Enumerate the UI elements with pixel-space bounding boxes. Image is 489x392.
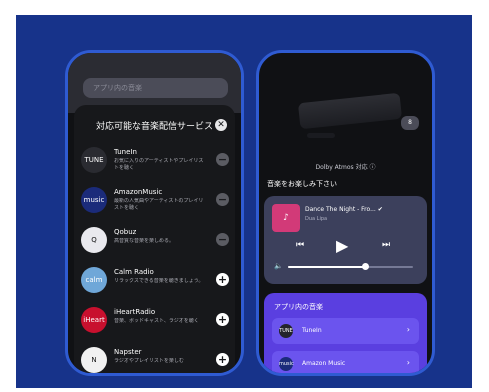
tunein-icon: TUNE [279, 324, 293, 338]
app-row-label: TuneIn [302, 327, 322, 334]
track-title: Dance The Night - Fro... ✔ [305, 206, 383, 213]
album-art[interactable]: ♪ [272, 204, 300, 232]
remove-service-button[interactable]: − [216, 153, 229, 166]
in-app-music-title: アプリ内の音楽 [274, 303, 323, 311]
next-track-icon[interactable]: ⏭ [382, 240, 390, 250]
dolby-text: Dolby Atmos 対応 [315, 164, 368, 171]
soundbar-image [297, 92, 403, 130]
info-icon[interactable]: ⓘ [370, 164, 376, 171]
add-service-button[interactable]: + [216, 353, 229, 366]
dolby-atmos-label: Dolby Atmos 対応 ⓘ [259, 162, 432, 171]
sheet-title: 対応可能な音楽配信サービス [95, 122, 213, 132]
service-row-calmradio: calm Calm Radio リラックスできる音楽を聴きましょう。 + [81, 267, 231, 293]
qobuz-icon: Q [81, 227, 107, 253]
stage-background: アプリ内の音楽 対応可能な音楽配信サービス ✕ TUNE TuneIn お気に入… [16, 15, 472, 388]
service-name: Calm Radio [114, 268, 154, 276]
services-sheet: 対応可能な音楽配信サービス ✕ TUNE TuneIn お気に入りのアーティスト… [74, 105, 235, 373]
service-description: 高音質な音楽を楽しめる。 [114, 238, 175, 244]
service-row-qobuz: Q Qobuz 高音質な音楽を楽しめる。 − [81, 227, 231, 253]
service-description: ラジオやプレイリストを楽しむ [114, 358, 184, 364]
tunein-icon: TUNE [81, 147, 107, 173]
device-badge[interactable]: 8 [401, 116, 419, 130]
soundbar-base [307, 133, 335, 138]
check-icon: ✔ [377, 206, 383, 213]
app-row-tunein[interactable]: TUNE TuneIn › [272, 318, 419, 344]
service-row-napster: N Napster ラジオやプレイリストを楽しむ + [81, 347, 231, 373]
service-name: AmazonMusic [114, 188, 163, 196]
service-name: Napster [114, 348, 142, 356]
track-artist: Dua Lipa [305, 216, 328, 222]
now-playing-card: ♪ Dance The Night - Fro... ✔ Dua Lipa ⏮ … [264, 196, 427, 284]
service-row-amazonmusic: music AmazonMusic 最新の人気曲やアーティストのプレイリストを聴… [81, 187, 231, 213]
chevron-right-icon: › [406, 325, 410, 334]
service-name: iHeartRadio [114, 308, 156, 316]
phone-left: アプリ内の音楽 対応可能な音楽配信サービス ✕ TUNE TuneIn お気に入… [65, 50, 244, 376]
amazon-music-icon: music [81, 187, 107, 213]
service-name: Qobuz [114, 228, 137, 236]
volume-slider-knob[interactable] [362, 263, 369, 270]
close-icon[interactable]: ✕ [215, 119, 227, 131]
volume-slider-fill [288, 266, 366, 268]
napster-icon: N [81, 347, 107, 373]
chevron-right-icon: › [406, 358, 410, 367]
volume-icon: 🔈 [274, 262, 283, 270]
service-description: 最新の人気曲やアーティストのプレイリストを聴く [114, 198, 204, 211]
backdrop-label: アプリ内の音楽 [93, 84, 142, 92]
in-app-music-panel: アプリ内の音楽 TUNE TuneIn › music Amazon Music… [264, 293, 427, 373]
app-row-amazon-music[interactable]: music Amazon Music › [272, 351, 419, 373]
add-service-button[interactable]: + [216, 273, 229, 286]
remove-service-button[interactable]: − [216, 233, 229, 246]
service-row-iheartradio: iHeart iHeartRadio 音楽、ポッドキャスト、ラジオを聴く + [81, 307, 231, 333]
add-service-button[interactable]: + [216, 313, 229, 326]
service-name: TuneIn [114, 148, 137, 156]
play-icon[interactable]: ▶ [336, 236, 348, 255]
calm-radio-icon: calm [81, 267, 107, 293]
track-title-text: Dance The Night - Fro... [305, 206, 376, 213]
enjoy-music-heading: 音楽をお楽しみ下さい [267, 180, 337, 188]
service-description: 音楽、ポッドキャスト、ラジオを聴く [114, 318, 199, 324]
phone-right: 8 Dolby Atmos 対応 ⓘ 音楽をお楽しみ下さい ♪ Dance Th… [256, 50, 435, 376]
app-row-label: Amazon Music [302, 360, 346, 367]
service-description: リラックスできる音楽を聴きましょう。 [114, 278, 204, 284]
backdrop-bar: アプリ内の音楽 [83, 78, 228, 98]
previous-track-icon[interactable]: ⏮ [296, 240, 304, 250]
service-description: お気に入りのアーティストやプレイリストを聴く [114, 158, 204, 171]
iheartradio-icon: iHeart [81, 307, 107, 333]
amazon-music-icon: music [279, 357, 294, 371]
remove-service-button[interactable]: − [216, 193, 229, 206]
service-row-tunein: TUNE TuneIn お気に入りのアーティストやプレイリストを聴く − [81, 147, 231, 173]
